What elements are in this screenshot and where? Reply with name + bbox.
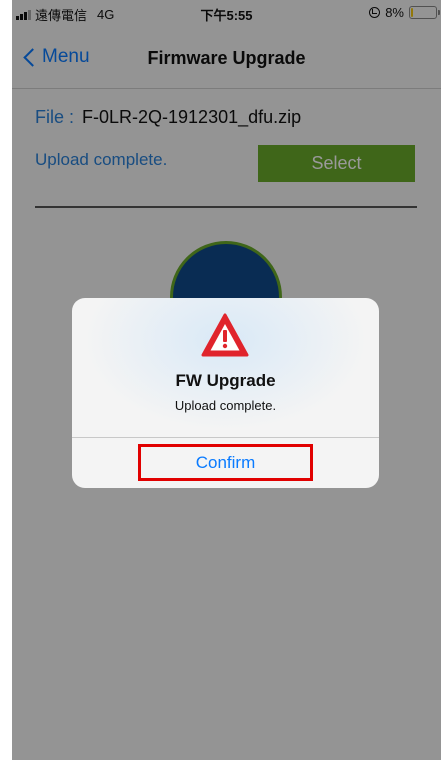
alert-dialog: FW Upgrade Upload complete. Confirm [72, 298, 379, 488]
phone-screen: 遠傳電信 4G 下午5:55 8% Menu Firmware Upgrade … [12, 0, 441, 760]
alert-divider [72, 437, 379, 438]
warning-triangle-icon [201, 313, 249, 357]
alert-title: FW Upgrade [175, 371, 276, 390]
confirm-button[interactable]: Confirm [138, 444, 313, 481]
alert-message: Upload complete. [174, 398, 277, 413]
